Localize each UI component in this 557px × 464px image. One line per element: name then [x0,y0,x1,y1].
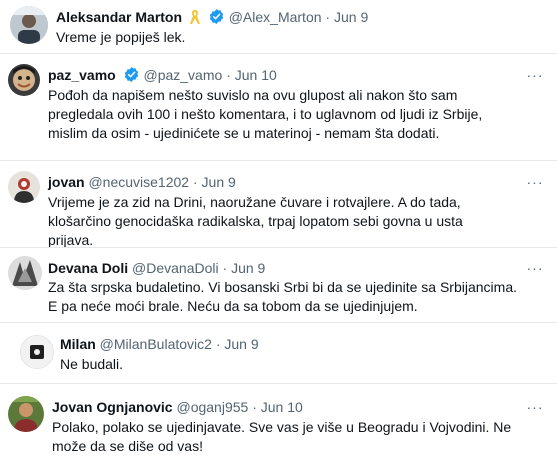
timestamp[interactable]: Jun 10 [235,67,277,83]
separator-dot: · [222,260,232,276]
avatar[interactable] [8,64,40,96]
display-name[interactable]: paz_vamo [48,67,116,83]
display-name[interactable]: Milan [60,336,96,352]
more-options-icon[interactable]: ··· [525,68,545,84]
more-options-icon[interactable]: ··· [525,261,545,277]
avatar[interactable] [8,171,40,203]
avatar[interactable] [10,6,48,44]
tweet-text: Vreme je popiješ lek. [56,29,186,45]
tweet[interactable]: paz_vamo @paz_vamo · Jun 10 ··· Pođoh da… [0,54,557,160]
verified-badge-icon [208,8,225,29]
separator-dot: · [325,9,334,25]
display-name[interactable]: Jovan Ognjanovic [52,399,173,415]
handle[interactable]: @oganj955 [176,399,248,415]
more-options-icon[interactable]: ··· [525,400,545,416]
handle[interactable]: @DevanaDoli [132,260,219,276]
yellow-ribbon-icon [189,9,201,29]
display-name[interactable]: jovan [48,174,85,190]
avatar[interactable] [20,335,54,369]
more-options-icon[interactable]: ··· [525,175,545,191]
avatar[interactable] [8,396,44,432]
timestamp[interactable]: Jun 10 [261,399,303,415]
separator-dot: · [226,67,235,83]
tweet-text: Ne budali. [60,356,124,372]
tweet[interactable]: Milan @MilanBulatovic2 · Jun 9 Ne budali… [0,323,557,381]
tweet[interactable]: Aleksandar Marton @Alex_Marton · Jun 9 V… [0,0,557,52]
tweet-text: Pođoh da napišem nešto suvislo na ovu gl… [48,87,483,141]
timestamp[interactable]: Jun 9 [231,260,265,276]
tweet[interactable]: Jovan Ognjanovic @oganj955 · Jun 10 ··· … [0,384,557,464]
timestamp[interactable]: Jun 9 [334,9,368,25]
display-name[interactable]: Aleksandar Marton [56,9,182,25]
verified-badge-icon [123,66,140,87]
timestamp[interactable]: Jun 9 [202,174,236,190]
handle[interactable]: @MilanBulatovic2 [100,336,212,352]
handle[interactable]: @Alex_Marton [229,9,322,25]
tweet-text: Za šta srpska budaletino. Vi bosanski Sr… [48,279,517,314]
handle[interactable]: @paz_vamo [143,67,222,83]
avatar[interactable] [8,256,42,290]
separator-dot: · [192,174,202,190]
tweet[interactable]: jovan @necuvise1202 · Jun 9 ··· Vrijeme … [0,161,557,248]
tweet-text: Vrijeme je za zid na Drini, naoružane ču… [48,194,463,248]
separator-dot: · [252,399,261,415]
tweet-text: Polako, polako se ujedinjavate. Sve vas … [52,419,512,454]
display-name[interactable]: Devana Doli [48,260,128,276]
timestamp[interactable]: Jun 9 [224,336,258,352]
handle[interactable]: @necuvise1202 [88,174,189,190]
tweet[interactable]: Devana Doli @DevanaDoli · Jun 9 ··· Za š… [0,248,557,321]
